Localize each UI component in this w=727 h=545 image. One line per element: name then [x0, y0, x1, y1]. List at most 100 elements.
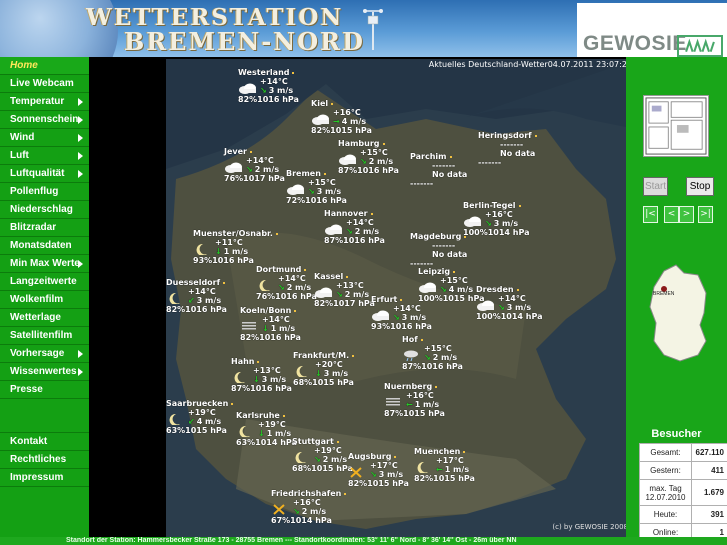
city-marker-icon [294, 309, 297, 312]
nav-item-home[interactable]: Home [0, 57, 89, 75]
nav-item-label: Wind [10, 132, 35, 143]
city-name: Nuernberg [384, 382, 445, 391]
wind-speed: 2 m/s [432, 353, 458, 362]
nav-item-label: Min Max Werte [10, 258, 80, 269]
city-marker-icon [453, 270, 456, 273]
last-frame-button[interactable]: >| [698, 206, 713, 223]
city-weather: Erfurt +14°C ↘ 3 m/s 93%1016 hPa [371, 295, 432, 331]
nav-item-impressum[interactable]: Impressum [0, 469, 89, 487]
nav-item-vorhersage[interactable]: Vorhersage [0, 345, 89, 363]
next-frame-button[interactable]: > [679, 206, 694, 223]
city-wind: ↓ 3 m/s [293, 365, 354, 378]
city-marker-icon [344, 492, 347, 495]
wind-speed: 1 m/s [444, 465, 470, 474]
stop-button[interactable]: Stop [686, 177, 714, 196]
nav-item-sonnenschein[interactable]: Sonnenschein [0, 111, 89, 129]
city-weather: Magdeburg ------- No data ------- [410, 232, 467, 268]
start-button[interactable]: Start [643, 177, 668, 196]
city-marker-icon [250, 150, 252, 153]
nav-item-monatsdaten[interactable]: Monatsdaten [0, 237, 89, 255]
nav-item-satellitenfilm[interactable]: Satellitenfilm [0, 327, 89, 345]
wind-speed: 2 m/s [354, 227, 380, 236]
cloud-icon [324, 224, 344, 235]
wind-speed: 4 m/s [196, 417, 222, 426]
city-name: Muenchen [414, 447, 475, 456]
wind-speed: 3 m/s [506, 303, 532, 312]
city-marker-icon [275, 232, 278, 235]
nav-item-label: Monatsdaten [10, 240, 72, 251]
nav-item-langzeitwerte[interactable]: Langzeitwerte [0, 273, 89, 291]
nav-item-kontakt[interactable]: Kontakt [0, 433, 89, 451]
wind-speed: 4 m/s [341, 117, 367, 126]
floor-plan-image[interactable] [643, 95, 709, 157]
wind-speed: 1 m/s [414, 400, 440, 409]
moon-icon [414, 461, 434, 474]
city-wind: No data [410, 250, 467, 259]
city-name: Dresden [476, 285, 543, 294]
nav-spacer [0, 399, 89, 433]
city-weather: Hof +15°C ↘ 2 m/s 87%1016 hPa [402, 335, 463, 371]
city-wind: ↘ 4 m/s [418, 282, 485, 294]
nav-item-wolkenfilm[interactable]: Wolkenfilm [0, 291, 89, 309]
city-wind: ↘ 3 m/s [463, 216, 530, 228]
city-marker-icon [304, 268, 307, 271]
city-weather: Karlsruhe +19°C ↓ 1 m/s 63%1014 hPa [236, 411, 297, 447]
wind-speed: 1 m/s [223, 247, 249, 256]
nav-item-label: Wetterlage [10, 312, 61, 323]
city-name: Jever [224, 147, 285, 156]
nav-item-label: Live Webcam [10, 78, 74, 89]
nav-item-live-webcam[interactable]: Live Webcam [0, 75, 89, 93]
nav-item-luft[interactable]: Luft [0, 147, 89, 165]
city-wind: ↘ 3 m/s [371, 310, 432, 322]
wind-speed: 2 m/s [344, 290, 370, 299]
nav-item-temperatur[interactable]: Temperatur [0, 93, 89, 111]
city-name: Karlsruhe [236, 411, 297, 420]
nav-item-luftqualitaet[interactable]: Luftqualität [0, 165, 89, 183]
sponsor-name: GEWOSIE [583, 32, 687, 55]
city-humidity-pressure: 100%1014 hPa [476, 312, 543, 321]
nav-item-label: Luft [10, 150, 29, 161]
city-name: Heringsdorf [478, 131, 537, 140]
city-humidity-pressure: 87%1016 hPa [402, 362, 463, 371]
wind-speed: 1 m/s [270, 324, 296, 333]
nav-item-pollenflug[interactable]: Pollenflug [0, 183, 89, 201]
city-name: Kassel [314, 272, 375, 281]
submenu-arrow-icon [78, 134, 83, 142]
nav-item-min-max-werte[interactable]: Min Max Werte [0, 255, 89, 273]
first-frame-button[interactable]: |< [643, 206, 658, 223]
city-marker-icon [435, 385, 438, 388]
city-temperature: ------- [432, 241, 456, 250]
city-name: Kiel [311, 99, 372, 108]
wind-direction-icon: ↘ [308, 187, 315, 196]
city-marker-icon [282, 414, 285, 417]
city-weather: Frankfurt/M. +20°C ↓ 3 m/s 68%1015 hPa [293, 351, 355, 387]
wind-direction-icon: ↘ [246, 165, 253, 174]
city-humidity-pressure: 87%1016 hPa [338, 166, 399, 175]
city-weather: Kiel +16°C → 4 m/s 82%1015 hPa [311, 99, 372, 135]
cloud-icon [238, 83, 258, 94]
city-name: Hannover [324, 209, 385, 218]
nav-item-niederschlag[interactable]: Niederschlag [0, 201, 89, 219]
nav-item-rechtliches[interactable]: Rechtliches [0, 451, 89, 469]
nav-item-presse[interactable]: Presse [0, 381, 89, 399]
sponsor-box[interactable]: GEWOSIE [577, 3, 727, 57]
table-row: Heute: 391 [639, 505, 727, 524]
moon-icon [166, 413, 186, 426]
city-weather: Kassel +13°C ↘ 2 m/s 82%1017 hPa [314, 272, 375, 308]
nav-item-wissenwertes[interactable]: Wissenwertes [0, 363, 89, 381]
nav-item-wind[interactable]: Wind [0, 129, 89, 147]
map-frame: Aktuelles Deutschland-Wetter04.07.2011 2… [89, 57, 638, 537]
cloud-icon [314, 287, 334, 298]
nav-item-blitzradar[interactable]: Blitzradar [0, 219, 89, 237]
nav-item-wetterlage[interactable]: Wetterlage [0, 309, 89, 327]
city-humidity-pressure: 82%1015 hPa [348, 479, 409, 488]
prev-frame-button[interactable]: < [664, 206, 679, 223]
wind-direction-icon: ← [436, 465, 443, 474]
wind-speed: No data [432, 170, 468, 179]
stat-label: Gestern: [639, 461, 692, 480]
submenu-arrow-icon [78, 260, 83, 268]
map-heading: Aktuelles Deutschland-Wetter04.07.2011 2… [428, 60, 632, 69]
moon-icon [293, 365, 313, 378]
wind-direction-icon: ↘ [293, 507, 300, 516]
moon-icon [166, 292, 186, 305]
